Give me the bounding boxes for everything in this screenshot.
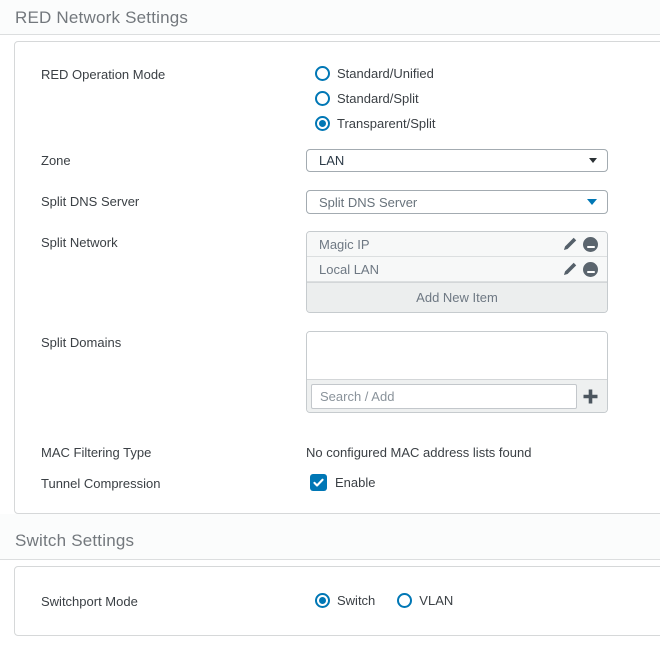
row-split-network: Split Network Magic IP Local LAN Add New… bbox=[41, 231, 660, 313]
checkbox-checked-icon bbox=[310, 474, 327, 491]
mac-filtering-label: MAC Filtering Type bbox=[41, 445, 152, 460]
radio-switch[interactable]: Switch bbox=[315, 593, 375, 608]
red-settings-panel: RED Operation Mode Standard/Unified Stan… bbox=[14, 41, 660, 514]
split-dns-label: Split DNS Server bbox=[41, 194, 140, 209]
split-dns-select-value: Split DNS Server bbox=[319, 194, 418, 210]
chevron-down-icon bbox=[587, 199, 597, 205]
red-section-title: RED Network Settings bbox=[0, 0, 660, 35]
remove-icon[interactable] bbox=[583, 261, 598, 277]
row-switchport-mode: Switchport Mode Switch VLAN bbox=[41, 593, 660, 609]
tunnel-compression-checkbox[interactable]: Enable bbox=[306, 474, 608, 491]
split-domains-toolbar bbox=[307, 379, 607, 412]
tunnel-compression-label: Tunnel Compression bbox=[41, 476, 161, 491]
red-network-section: RED Network Settings RED Operation Mode … bbox=[0, 0, 660, 514]
zone-select-value: LAN bbox=[319, 153, 345, 168]
radio-selected-icon bbox=[315, 116, 330, 131]
add-icon[interactable] bbox=[577, 388, 603, 405]
mac-filtering-value: No configured MAC address lists found bbox=[306, 445, 532, 460]
radio-standard-unified[interactable]: Standard/Unified bbox=[315, 66, 608, 81]
remove-icon[interactable] bbox=[583, 236, 598, 252]
row-split-dns: Split DNS Server Split DNS Server bbox=[41, 190, 660, 214]
checkbox-label: Enable bbox=[335, 475, 376, 490]
edit-icon[interactable] bbox=[563, 262, 577, 276]
list-item-label: Magic IP bbox=[319, 236, 370, 252]
switchport-mode-radio-group: Switch VLAN bbox=[306, 593, 608, 608]
split-network-list: Magic IP Local LAN Add New Item bbox=[306, 231, 608, 313]
chevron-down-icon bbox=[589, 158, 597, 163]
red-settings-page: RED Network Settings RED Operation Mode … bbox=[0, 0, 660, 636]
list-item-local-lan: Local LAN bbox=[307, 257, 607, 282]
radio-label: Standard/Split bbox=[337, 91, 419, 106]
row-operation-mode: RED Operation Mode Standard/Unified Stan… bbox=[41, 66, 660, 131]
operation-mode-label: RED Operation Mode bbox=[41, 67, 166, 82]
radio-label: Standard/Unified bbox=[337, 66, 434, 81]
split-domains-label: Split Domains bbox=[41, 335, 122, 350]
split-network-label: Split Network bbox=[41, 235, 118, 250]
radio-label: Transparent/Split bbox=[337, 116, 436, 131]
edit-icon[interactable] bbox=[563, 237, 577, 251]
radio-vlan[interactable]: VLAN bbox=[397, 593, 453, 608]
add-new-item-button[interactable]: Add New Item bbox=[307, 282, 607, 312]
radio-icon bbox=[315, 91, 330, 106]
operation-mode-radio-group: Standard/Unified Standard/Split Transpar… bbox=[306, 66, 608, 131]
switch-settings-panel: Switchport Mode Switch VLAN bbox=[14, 566, 660, 636]
split-dns-select[interactable]: Split DNS Server bbox=[306, 190, 608, 214]
zone-select[interactable]: LAN bbox=[306, 149, 608, 172]
split-domains-box bbox=[306, 331, 608, 413]
radio-selected-icon bbox=[315, 593, 330, 608]
radio-standard-split[interactable]: Standard/Split bbox=[315, 91, 608, 106]
row-mac-filtering: MAC Filtering Type No configured MAC add… bbox=[41, 444, 660, 460]
switchport-mode-label: Switchport Mode bbox=[41, 594, 138, 609]
row-zone: Zone LAN bbox=[41, 149, 660, 172]
list-item-label: Local LAN bbox=[319, 261, 379, 277]
radio-icon bbox=[315, 66, 330, 81]
row-tunnel-compression: Tunnel Compression Enable bbox=[41, 474, 660, 491]
row-split-domains: Split Domains bbox=[41, 331, 660, 413]
split-domains-list bbox=[307, 332, 607, 379]
radio-label: Switch bbox=[337, 593, 376, 608]
radio-label: VLAN bbox=[419, 593, 454, 608]
radio-icon bbox=[397, 593, 413, 608]
search-add-input[interactable] bbox=[311, 383, 577, 409]
list-item-magic-ip: Magic IP bbox=[307, 232, 607, 257]
switch-section: Switch Settings Switchport Mode Switch V… bbox=[0, 514, 660, 636]
switch-section-title: Switch Settings bbox=[0, 514, 660, 560]
zone-label: Zone bbox=[41, 153, 71, 168]
radio-transparent-split[interactable]: Transparent/Split bbox=[315, 116, 608, 131]
